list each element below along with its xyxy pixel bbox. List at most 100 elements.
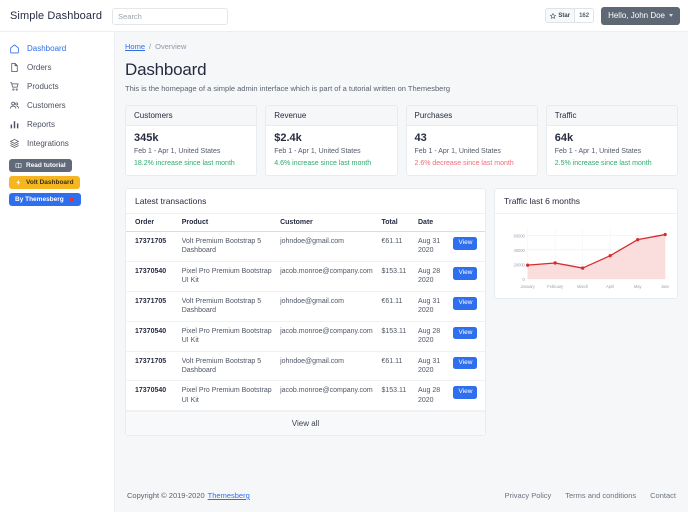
svg-text:June: June <box>661 284 669 289</box>
body-row: Dashboard Orders Products Customers Repo… <box>0 32 688 512</box>
chart-area-fill <box>527 234 666 279</box>
footer-link-privacy[interactable]: Privacy Policy <box>505 491 552 500</box>
cell-action: View <box>450 380 485 412</box>
sidebar-item-integrations[interactable]: Integrations <box>0 134 114 153</box>
sidebar-item-dashboard[interactable]: Dashboard <box>0 39 114 58</box>
breadcrumb-current: Overview <box>155 42 187 51</box>
heart-icon <box>68 197 74 202</box>
github-star-group[interactable]: Star 162 <box>545 8 595 23</box>
themesberg-button[interactable]: By Themesberg <box>9 193 81 206</box>
cell-total: €61.11 <box>378 231 415 262</box>
stat-card-body: 345k Feb 1 - Apr 1, United States 18.2% … <box>126 126 256 175</box>
view-all-button[interactable]: View all <box>126 411 485 436</box>
table-row[interactable]: 17370540 Pixel Pro Premium Bootstrap UI … <box>126 380 485 412</box>
table-row[interactable]: 17371705 Volt Premium Bootstrap 5 Dashbo… <box>126 231 485 262</box>
svg-text:60000: 60000 <box>514 233 526 238</box>
stat-card-body: $2.4k Feb 1 - Apr 1, United States 4.6% … <box>266 126 396 175</box>
stat-card-title: Traffic <box>546 106 677 126</box>
user-menu-button[interactable]: Hello, John Doe <box>601 6 680 25</box>
cell-product: Pixel Pro Premium Bootstrap UI Kit <box>178 380 278 412</box>
topbar-right: Star 162 Hello, John Doe <box>545 6 680 25</box>
traffic-line-chart: 0 20000 40000 60000 January February March Apr… <box>514 228 669 289</box>
stat-card-value: $2.4k <box>274 132 302 144</box>
view-button[interactable]: View <box>453 266 478 280</box>
view-button[interactable]: View <box>453 237 478 250</box>
stat-card-purchases: Purchases 43 Feb 1 - Apr 1, United State… <box>405 105 538 176</box>
cell-order: 17370540 <box>126 321 179 352</box>
stat-card-value: 345k <box>134 132 159 144</box>
view-button[interactable]: View <box>453 386 478 400</box>
cell-date: Aug 31 2020 <box>415 351 451 382</box>
sidebar-item-reports[interactable]: Reports <box>0 115 114 134</box>
footer-link-contact[interactable]: Contact <box>650 491 676 500</box>
read-tutorial-label: Read tutorial <box>26 162 66 169</box>
themesberg-label: By Themesberg <box>15 196 64 203</box>
user-menu-label: Hello, John Doe <box>608 11 665 20</box>
cell-product: Pixel Pro Premium Bootstrap UI Kit <box>178 321 278 352</box>
sidebar-item-label: Integrations <box>27 139 69 148</box>
breadcrumb-home[interactable]: Home <box>125 42 145 51</box>
column-header-total: Total <box>378 214 415 232</box>
table-header-row: Order Product Customer Total Date <box>126 214 485 232</box>
star-label: Star <box>558 12 571 19</box>
cell-product: Pixel Pro Premium Bootstrap UI Kit <box>178 261 278 292</box>
home-icon <box>9 43 20 54</box>
view-button[interactable]: View <box>453 356 478 370</box>
cell-customer: jacob.monroe@company.com <box>277 380 379 412</box>
panels-row: Latest transactions Order Product Custom… <box>125 176 678 437</box>
cell-product: Volt Premium Bootstrap 5 Dashboard <box>178 291 278 322</box>
table-row[interactable]: 17371705 Volt Premium Bootstrap 5 Dashbo… <box>126 291 485 322</box>
cell-customer: johndoe@gmail.com <box>277 351 379 382</box>
cell-action: View <box>450 231 485 262</box>
sidebar-item-label: Orders <box>27 63 52 72</box>
chart-y-axis-labels: 0 20000 40000 60000 <box>514 233 526 282</box>
traffic-chart-title: Traffic last 6 months <box>495 189 677 214</box>
sidebar-item-label: Dashboard <box>27 44 67 53</box>
cell-order: 17370540 <box>126 380 179 412</box>
footer: Copyright © 2019-2020 Themesberg Privacy… <box>115 481 688 512</box>
column-header-order: Order <box>126 214 179 232</box>
cell-customer: johndoe@gmail.com <box>277 291 379 322</box>
stat-card-body: 64k Feb 1 - Apr 1, United States 2.5% in… <box>547 126 677 175</box>
cart-icon <box>9 81 20 92</box>
dashboard-app: Simple Dashboard Star 162 Hello, John Do… <box>0 0 688 512</box>
stat-card-title: Revenue <box>266 106 397 126</box>
cell-action: View <box>450 321 485 352</box>
table-row[interactable]: 17370540 Pixel Pro Premium Bootstrap UI … <box>126 261 485 292</box>
breadcrumb-separator: / <box>149 42 152 51</box>
star-count: 162 <box>575 9 594 22</box>
volt-dashboard-button[interactable]: Volt Dashboard <box>9 176 80 189</box>
search-input[interactable] <box>112 8 229 25</box>
read-tutorial-button[interactable]: Read tutorial <box>9 159 72 172</box>
sidebar-item-products[interactable]: Products <box>0 77 114 96</box>
cell-total: $153.11 <box>378 321 415 352</box>
cell-customer: jacob.monroe@company.com <box>277 261 379 292</box>
star-button[interactable]: Star <box>546 9 576 22</box>
cell-product: Volt Premium Bootstrap 5 Dashboard <box>178 231 278 262</box>
footer-brand-link[interactable]: Themesberg <box>208 491 250 500</box>
table-row[interactable]: 17370540 Pixel Pro Premium Bootstrap UI … <box>126 321 485 352</box>
footer-link-terms[interactable]: Terms and conditions <box>565 491 636 500</box>
volt-dashboard-label: Volt Dashboard <box>26 179 74 186</box>
traffic-chart-panel: Traffic last 6 months 0 20000 40000 60000 J… <box>494 188 678 299</box>
stat-card-title: Purchases <box>406 106 537 126</box>
cell-customer: jacob.monroe@company.com <box>277 321 379 352</box>
svg-text:40000: 40000 <box>514 248 526 253</box>
sidebar-item-orders[interactable]: Orders <box>0 58 114 77</box>
stat-cards-row: Customers 345k Feb 1 - Apr 1, United Sta… <box>125 93 678 176</box>
sidebar-item-customers[interactable]: Customers <box>0 96 114 115</box>
latest-transactions-title: Latest transactions <box>126 189 485 214</box>
sidebar-badges: Read tutorial Volt Dashboard By Themesbe… <box>0 153 114 206</box>
view-button[interactable]: View <box>453 326 478 340</box>
cell-action: View <box>450 261 485 292</box>
traffic-chart-body: 0 20000 40000 60000 January February March Apr… <box>495 214 677 298</box>
stat-card-title: Customers <box>126 106 257 126</box>
footer-copyright: Copyright © 2019-2020 <box>127 491 205 500</box>
sidebar-item-label: Customers <box>27 101 66 110</box>
view-button[interactable]: View <box>453 296 478 310</box>
svg-text:0: 0 <box>523 277 526 282</box>
main-inner: Home / Overview Dashboard This is the ho… <box>115 32 688 481</box>
table-row[interactable]: 17371705 Volt Premium Bootstrap 5 Dashbo… <box>126 351 485 382</box>
star-icon <box>550 12 557 19</box>
search-container <box>112 6 229 25</box>
